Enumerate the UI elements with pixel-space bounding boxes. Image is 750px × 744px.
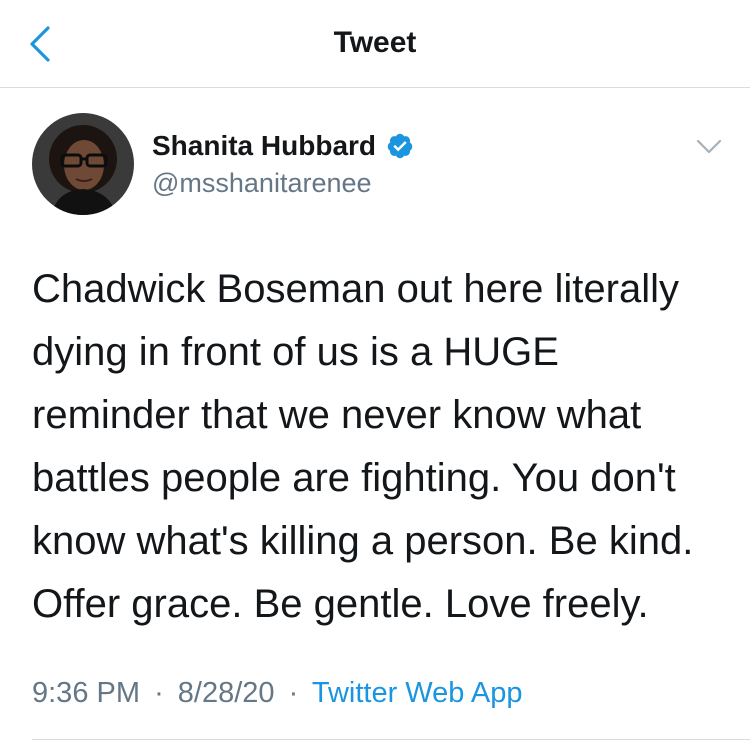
chevron-down-icon[interactable]: [694, 136, 724, 158]
top-navigation-bar: Tweet: [0, 0, 750, 88]
tweet-date[interactable]: 8/28/20: [178, 677, 275, 709]
tweet-text-line: know what's killing a person. Be kind.: [32, 519, 694, 563]
tweet-text-line: Offer grace. Be gentle. Love freely.: [32, 582, 649, 626]
separator-dot: ·: [154, 677, 164, 709]
profile-photo: [32, 113, 134, 215]
tweet-text-line: battles people are fighting. You don't: [32, 456, 676, 500]
author-name-row[interactable]: Shanita Hubbard: [152, 130, 414, 162]
tweet-source-link[interactable]: Twitter Web App: [312, 677, 523, 709]
tweet-text: Chadwick Boseman out here literally dyin…: [32, 258, 732, 636]
author-display-name: Shanita Hubbard: [152, 130, 377, 161]
separator-dot: ·: [288, 677, 299, 709]
tweet-text-line: dying in front of us is a HUGE: [32, 330, 559, 374]
author-handle[interactable]: @msshanitarenee: [152, 168, 372, 199]
tweet-text-line: Chadwick Boseman out here literally: [32, 267, 679, 311]
divider: [32, 739, 750, 740]
avatar[interactable]: [32, 113, 134, 215]
page-title: Tweet: [333, 26, 417, 59]
tweet-text-line: reminder that we never know what: [32, 393, 642, 437]
verified-badge-icon: [387, 133, 413, 159]
tweet-metadata: 9:36 PM · 8/28/20 · Twitter Web App: [32, 677, 522, 710]
tweet-time[interactable]: 9:36 PM: [32, 677, 140, 709]
